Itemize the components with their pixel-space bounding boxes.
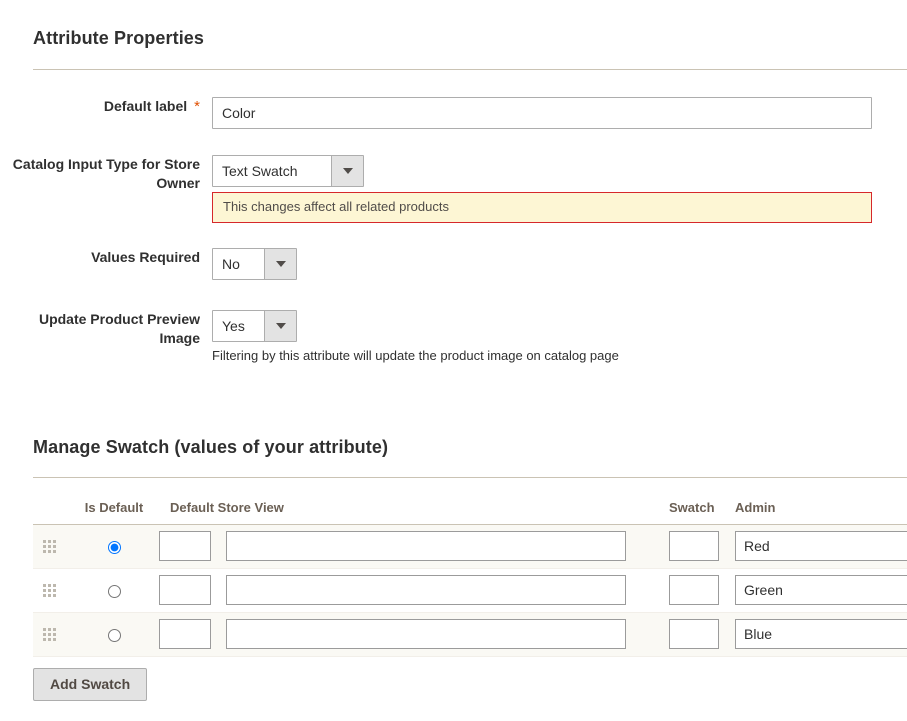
catalog-input-type-value: Text Swatch (222, 163, 298, 179)
section-divider (33, 69, 907, 70)
swatch-cell (669, 568, 735, 613)
column-header-default-store-view: Default Store View (159, 478, 669, 525)
table-row (33, 612, 907, 657)
update-preview-image-hint: Filtering by this attribute will update … (212, 348, 619, 363)
is-default-cell (69, 524, 159, 569)
update-preview-image-control: Yes Filtering by this attribute will upd… (212, 310, 907, 364)
default-label-text: Default label (103, 98, 188, 114)
field-row-catalog-input-type: Catalog Input Type for Store Owner Text … (0, 155, 907, 223)
swatch-color-box[interactable] (669, 575, 719, 605)
chevron-down-icon (331, 156, 363, 186)
values-required-label: Values Required (0, 248, 212, 267)
admin-cell (735, 524, 907, 569)
attribute-edit-page: Attribute Properties Default label * Cat… (0, 0, 907, 721)
update-preview-image-label: Update Product Preview Image (0, 310, 212, 348)
swatch-table-body (33, 524, 907, 657)
store-view-color-input[interactable] (159, 531, 211, 561)
column-header-swatch: Swatch (669, 478, 735, 525)
chevron-down-icon (264, 249, 296, 279)
drag-cell (33, 524, 69, 569)
is-default-radio[interactable] (107, 628, 121, 642)
table-row (33, 568, 907, 613)
admin-cell (735, 612, 907, 657)
page-title: Attribute Properties (33, 28, 205, 48)
default-label-control (212, 97, 907, 129)
admin-value-input[interactable] (735, 619, 907, 649)
column-header-drag (33, 478, 69, 525)
values-required-value: No (222, 256, 240, 272)
admin-value-input[interactable] (735, 531, 907, 561)
drag-cell (33, 612, 69, 657)
chevron-down-icon (264, 311, 296, 341)
update-preview-image-select[interactable]: Yes (212, 310, 297, 342)
field-row-update-preview-image: Update Product Preview Image Yes Filteri… (0, 310, 907, 364)
default-label-label: Default label * (0, 97, 212, 116)
column-header-is-default: Is Default (69, 478, 159, 525)
catalog-input-type-label-text: Catalog Input Type for Store Owner (12, 156, 200, 191)
column-header-admin: Admin (735, 478, 907, 525)
table-row (33, 524, 907, 569)
store-view-label-input[interactable] (225, 619, 626, 649)
catalog-input-type-warning: This changes affect all related products (212, 192, 872, 223)
default-store-view-cell (159, 524, 669, 569)
field-row-values-required: Values Required No (0, 248, 907, 280)
default-store-view-cell (159, 612, 669, 657)
drag-cell (33, 568, 69, 613)
default-store-view-cell (159, 568, 669, 613)
catalog-input-type-label: Catalog Input Type for Store Owner (0, 155, 212, 193)
catalog-input-type-select[interactable]: Text Swatch (212, 155, 364, 187)
field-row-default-label: Default label * (0, 97, 907, 129)
is-default-cell (69, 612, 159, 657)
store-view-label-input[interactable] (225, 531, 626, 561)
add-swatch-button[interactable]: Add Swatch (33, 667, 148, 701)
update-preview-image-label-text: Update Product Preview Image (38, 311, 200, 346)
catalog-input-type-control: Text Swatch This changes affect all rela… (212, 155, 907, 223)
attribute-properties-section: Attribute Properties Default label * Cat… (0, 0, 907, 364)
swatch-cell (669, 524, 735, 569)
store-view-color-input[interactable] (159, 575, 211, 605)
store-view-label-input[interactable] (225, 575, 626, 605)
is-default-cell (69, 568, 159, 613)
drag-handle-icon[interactable] (43, 539, 56, 553)
values-required-select[interactable]: No (212, 248, 297, 280)
update-preview-image-value: Yes (222, 318, 245, 334)
admin-cell (735, 568, 907, 613)
swatch-cell (669, 612, 735, 657)
required-asterisk-icon: * (194, 98, 200, 115)
drag-handle-icon[interactable] (43, 627, 56, 641)
swatch-table-header-row: Is Default Default Store View Swatch Adm… (33, 478, 907, 525)
is-default-radio[interactable] (107, 540, 121, 554)
swatch-color-box[interactable] (669, 619, 719, 649)
values-required-label-text: Values Required (91, 249, 200, 265)
drag-handle-icon[interactable] (43, 583, 56, 597)
default-label-input[interactable] (212, 97, 872, 129)
store-view-color-input[interactable] (159, 619, 211, 649)
manage-swatch-section: Manage Swatch (values of your attribute)… (0, 437, 907, 701)
swatch-table: Is Default Default Store View Swatch Adm… (33, 478, 907, 657)
manage-swatch-title: Manage Swatch (values of your attribute) (33, 437, 389, 457)
is-default-radio[interactable] (107, 584, 121, 598)
values-required-control: No (212, 248, 907, 280)
swatch-color-box[interactable] (669, 531, 719, 561)
admin-value-input[interactable] (735, 575, 907, 605)
